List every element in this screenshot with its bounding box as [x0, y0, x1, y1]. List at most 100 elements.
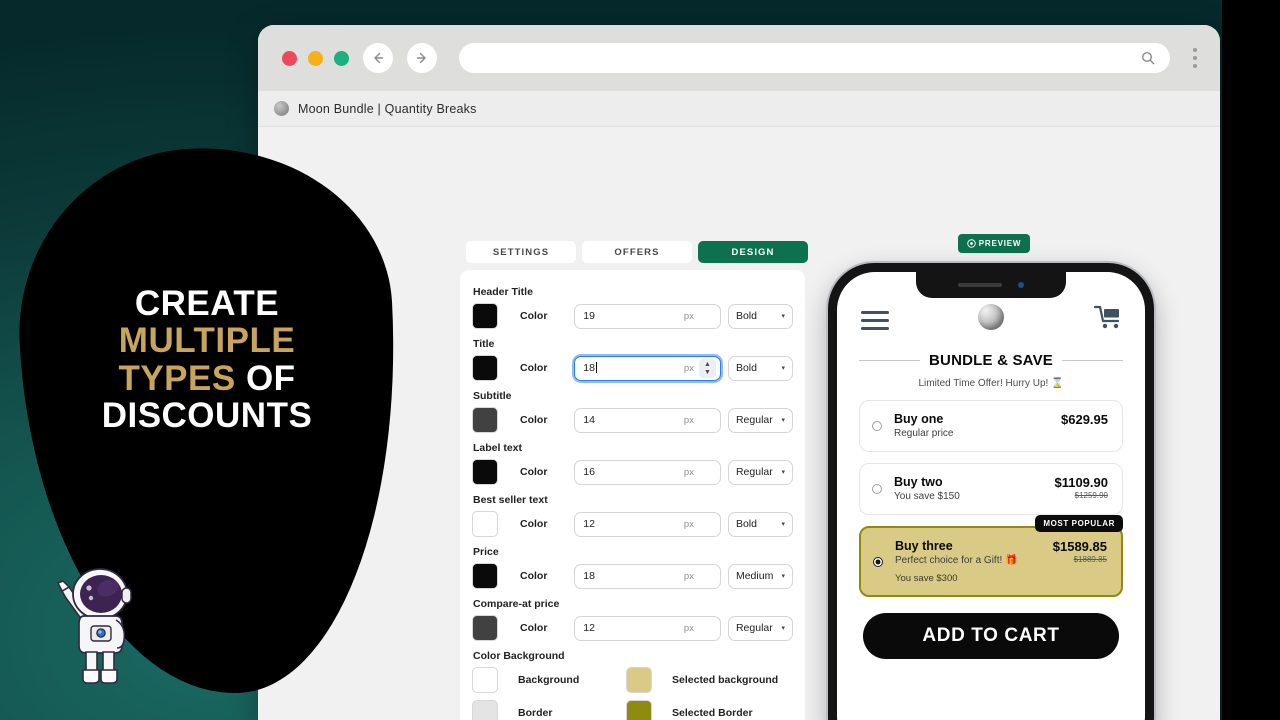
color-swatch-price[interactable] — [472, 563, 498, 589]
offer-description: Perfect choice for a Gift! 🎁 — [895, 555, 1018, 566]
maximize-window-button[interactable] — [334, 50, 349, 66]
offer-card-buy-three[interactable]: MOST POPULAR Buy three Perfect choice fo… — [859, 515, 1123, 597]
minimize-window-button[interactable] — [308, 50, 323, 66]
forward-button[interactable] — [407, 43, 437, 73]
font-size-value: 14 — [583, 414, 595, 426]
font-weight-select-label-text[interactable]: Regular ▾ — [727, 459, 793, 485]
close-window-button[interactable] — [282, 50, 297, 66]
promo-line-1: CREATE — [134, 284, 280, 323]
color-swatch-best-seller-text[interactable] — [472, 511, 498, 537]
bundle-title: BUNDLE & SAVE — [929, 352, 1053, 369]
font-weight-value: Regular — [735, 414, 773, 426]
font-size-input-label-text[interactable]: 16 px — [574, 459, 721, 485]
offer-name: Buy three — [895, 539, 953, 553]
offer-radio-buy-two[interactable] — [872, 484, 882, 494]
color-swatch-selected-border[interactable] — [626, 700, 652, 720]
chevron-updown-icon: ▾ — [781, 572, 785, 580]
font-weight-value: Regular — [735, 466, 773, 478]
design-tab-bar[interactable]: SETTINGS OFFERS DESIGN — [466, 241, 808, 263]
design-settings-panel: Header Title Color 19 px Bold ▾ Title Co… — [460, 270, 805, 720]
offer-top-row: Buy two You save $150 $1109.90 $1259.90 — [894, 475, 1108, 503]
offer-card-buy-one[interactable]: Buy one Regular price $629.95 — [859, 400, 1123, 452]
settings-row-title: Color 18 px ▲ ▼ Bold ▾ — [472, 355, 793, 381]
hamburger-icon[interactable] — [861, 311, 889, 330]
offer-top-row: Buy three Perfect choice for a Gift! 🎁 $… — [895, 539, 1107, 567]
color-label: Color — [520, 570, 548, 582]
offer-radio-buy-three[interactable] — [873, 556, 883, 567]
font-weight-select-header-title[interactable]: Bold ▾ — [727, 303, 793, 329]
color-swatch-title[interactable] — [472, 355, 498, 381]
font-weight-select-best-seller-text[interactable]: Bold ▾ — [727, 511, 793, 537]
promo-line-3b: OF — [245, 358, 296, 398]
address-bar[interactable] — [459, 43, 1170, 73]
offer-name: Buy one — [894, 412, 944, 426]
browser-tab-strip[interactable]: Moon Bundle | Quantity Breaks — [258, 91, 1220, 127]
color-background-label: Selected Border — [672, 707, 753, 719]
font-size-value: 18 — [583, 570, 595, 582]
font-size-input-compare-at-price[interactable]: 12 px — [574, 615, 721, 641]
color-background-label: Border — [518, 707, 553, 719]
settings-row-subtitle: Color 14 px Regular ▾ — [472, 407, 793, 433]
font-size-value: 18 — [583, 362, 595, 374]
add-to-cart-button[interactable]: ADD TO CART — [863, 613, 1119, 659]
color-swatch-border[interactable] — [472, 700, 498, 720]
offer-savings: You save $300 — [895, 573, 958, 584]
color-swatch-label-text[interactable] — [472, 459, 498, 485]
font-weight-value: Bold — [735, 518, 757, 530]
color-swatch-background[interactable] — [472, 667, 498, 693]
offer-compare-at-price: $1259.90 — [1074, 491, 1108, 500]
phone-screen: BUNDLE & SAVE Limited Time Offer! Hurry … — [837, 272, 1145, 720]
group-label-price: Price — [473, 546, 499, 558]
color-swatch-header-title[interactable] — [472, 303, 498, 329]
preview-button[interactable]: PREVIEW — [958, 234, 1030, 253]
font-weight-select-compare-at-price[interactable]: Regular ▾ — [727, 615, 793, 641]
chevron-updown-icon: ▾ — [781, 312, 785, 320]
font-weight-value: Bold — [735, 310, 757, 322]
kebab-dot — [1193, 56, 1197, 60]
number-stepper-title[interactable]: ▲ ▼ — [698, 359, 716, 378]
offer-radio-buy-one[interactable] — [872, 421, 882, 431]
browser-chrome-bar — [258, 25, 1220, 91]
divider-left — [859, 360, 920, 361]
font-size-input-header-title[interactable]: 19 px — [574, 303, 721, 329]
color-background-grid: Background Selected background Border Se… — [472, 667, 793, 720]
moon-logo-icon — [978, 304, 1004, 330]
color-label: Color — [520, 310, 548, 322]
app-body: SETTINGS OFFERS DESIGN PREVIEW Header Ti… — [258, 127, 1220, 720]
chevron-updown-icon: ▾ — [781, 624, 785, 632]
promo-line-3a: TYPES — [118, 358, 236, 398]
group-label-label-text: Label text — [473, 442, 523, 454]
color-label: Color — [520, 622, 548, 634]
color-swatch-compare-at-price[interactable] — [472, 615, 498, 641]
font-size-input-best-seller-text[interactable]: 12 px — [574, 511, 721, 537]
group-label-title: Title — [473, 338, 495, 350]
font-weight-select-subtitle[interactable]: Regular ▾ — [727, 407, 793, 433]
settings-row-header-title: Color 19 px Bold ▾ — [472, 303, 793, 329]
font-weight-select-price[interactable]: Medium ▾ — [727, 563, 793, 589]
speaker-grille — [958, 283, 1002, 287]
font-size-input-subtitle[interactable]: 14 px — [574, 407, 721, 433]
font-weight-value: Bold — [735, 362, 757, 374]
window-controls[interactable] — [282, 50, 349, 66]
font-size-input-title[interactable]: 18 px ▲ ▼ — [574, 355, 721, 381]
offer-price: $1109.90 — [1054, 475, 1108, 490]
font-weight-select-title[interactable]: Bold ▾ — [727, 355, 793, 381]
unit-label: px — [683, 570, 694, 582]
offer-card-buy-two[interactable]: Buy two You save $150 $1109.90 $1259.90 — [859, 463, 1123, 515]
back-button[interactable] — [363, 43, 393, 73]
divider-right — [1062, 360, 1123, 361]
tab-offers[interactable]: OFFERS — [582, 241, 692, 263]
background-right-fill — [1222, 0, 1280, 720]
tab-design[interactable]: DESIGN — [698, 241, 808, 263]
color-swatch-subtitle[interactable] — [472, 407, 498, 433]
font-size-input-price[interactable]: 18 px — [574, 563, 721, 589]
color-label: Color — [520, 414, 548, 426]
tab-settings[interactable]: SETTINGS — [466, 241, 576, 263]
color-swatch-selected-background[interactable] — [626, 667, 652, 693]
offer-compare-at-price: $1889.85 — [1073, 555, 1107, 564]
bundle-section: BUNDLE & SAVE Limited Time Offer! Hurry … — [837, 338, 1145, 659]
cart-icon[interactable] — [1093, 304, 1121, 330]
browser-menu-button[interactable] — [1184, 48, 1206, 68]
font-size-value: 16 — [583, 466, 595, 478]
preview-button-label: PREVIEW — [978, 239, 1022, 248]
